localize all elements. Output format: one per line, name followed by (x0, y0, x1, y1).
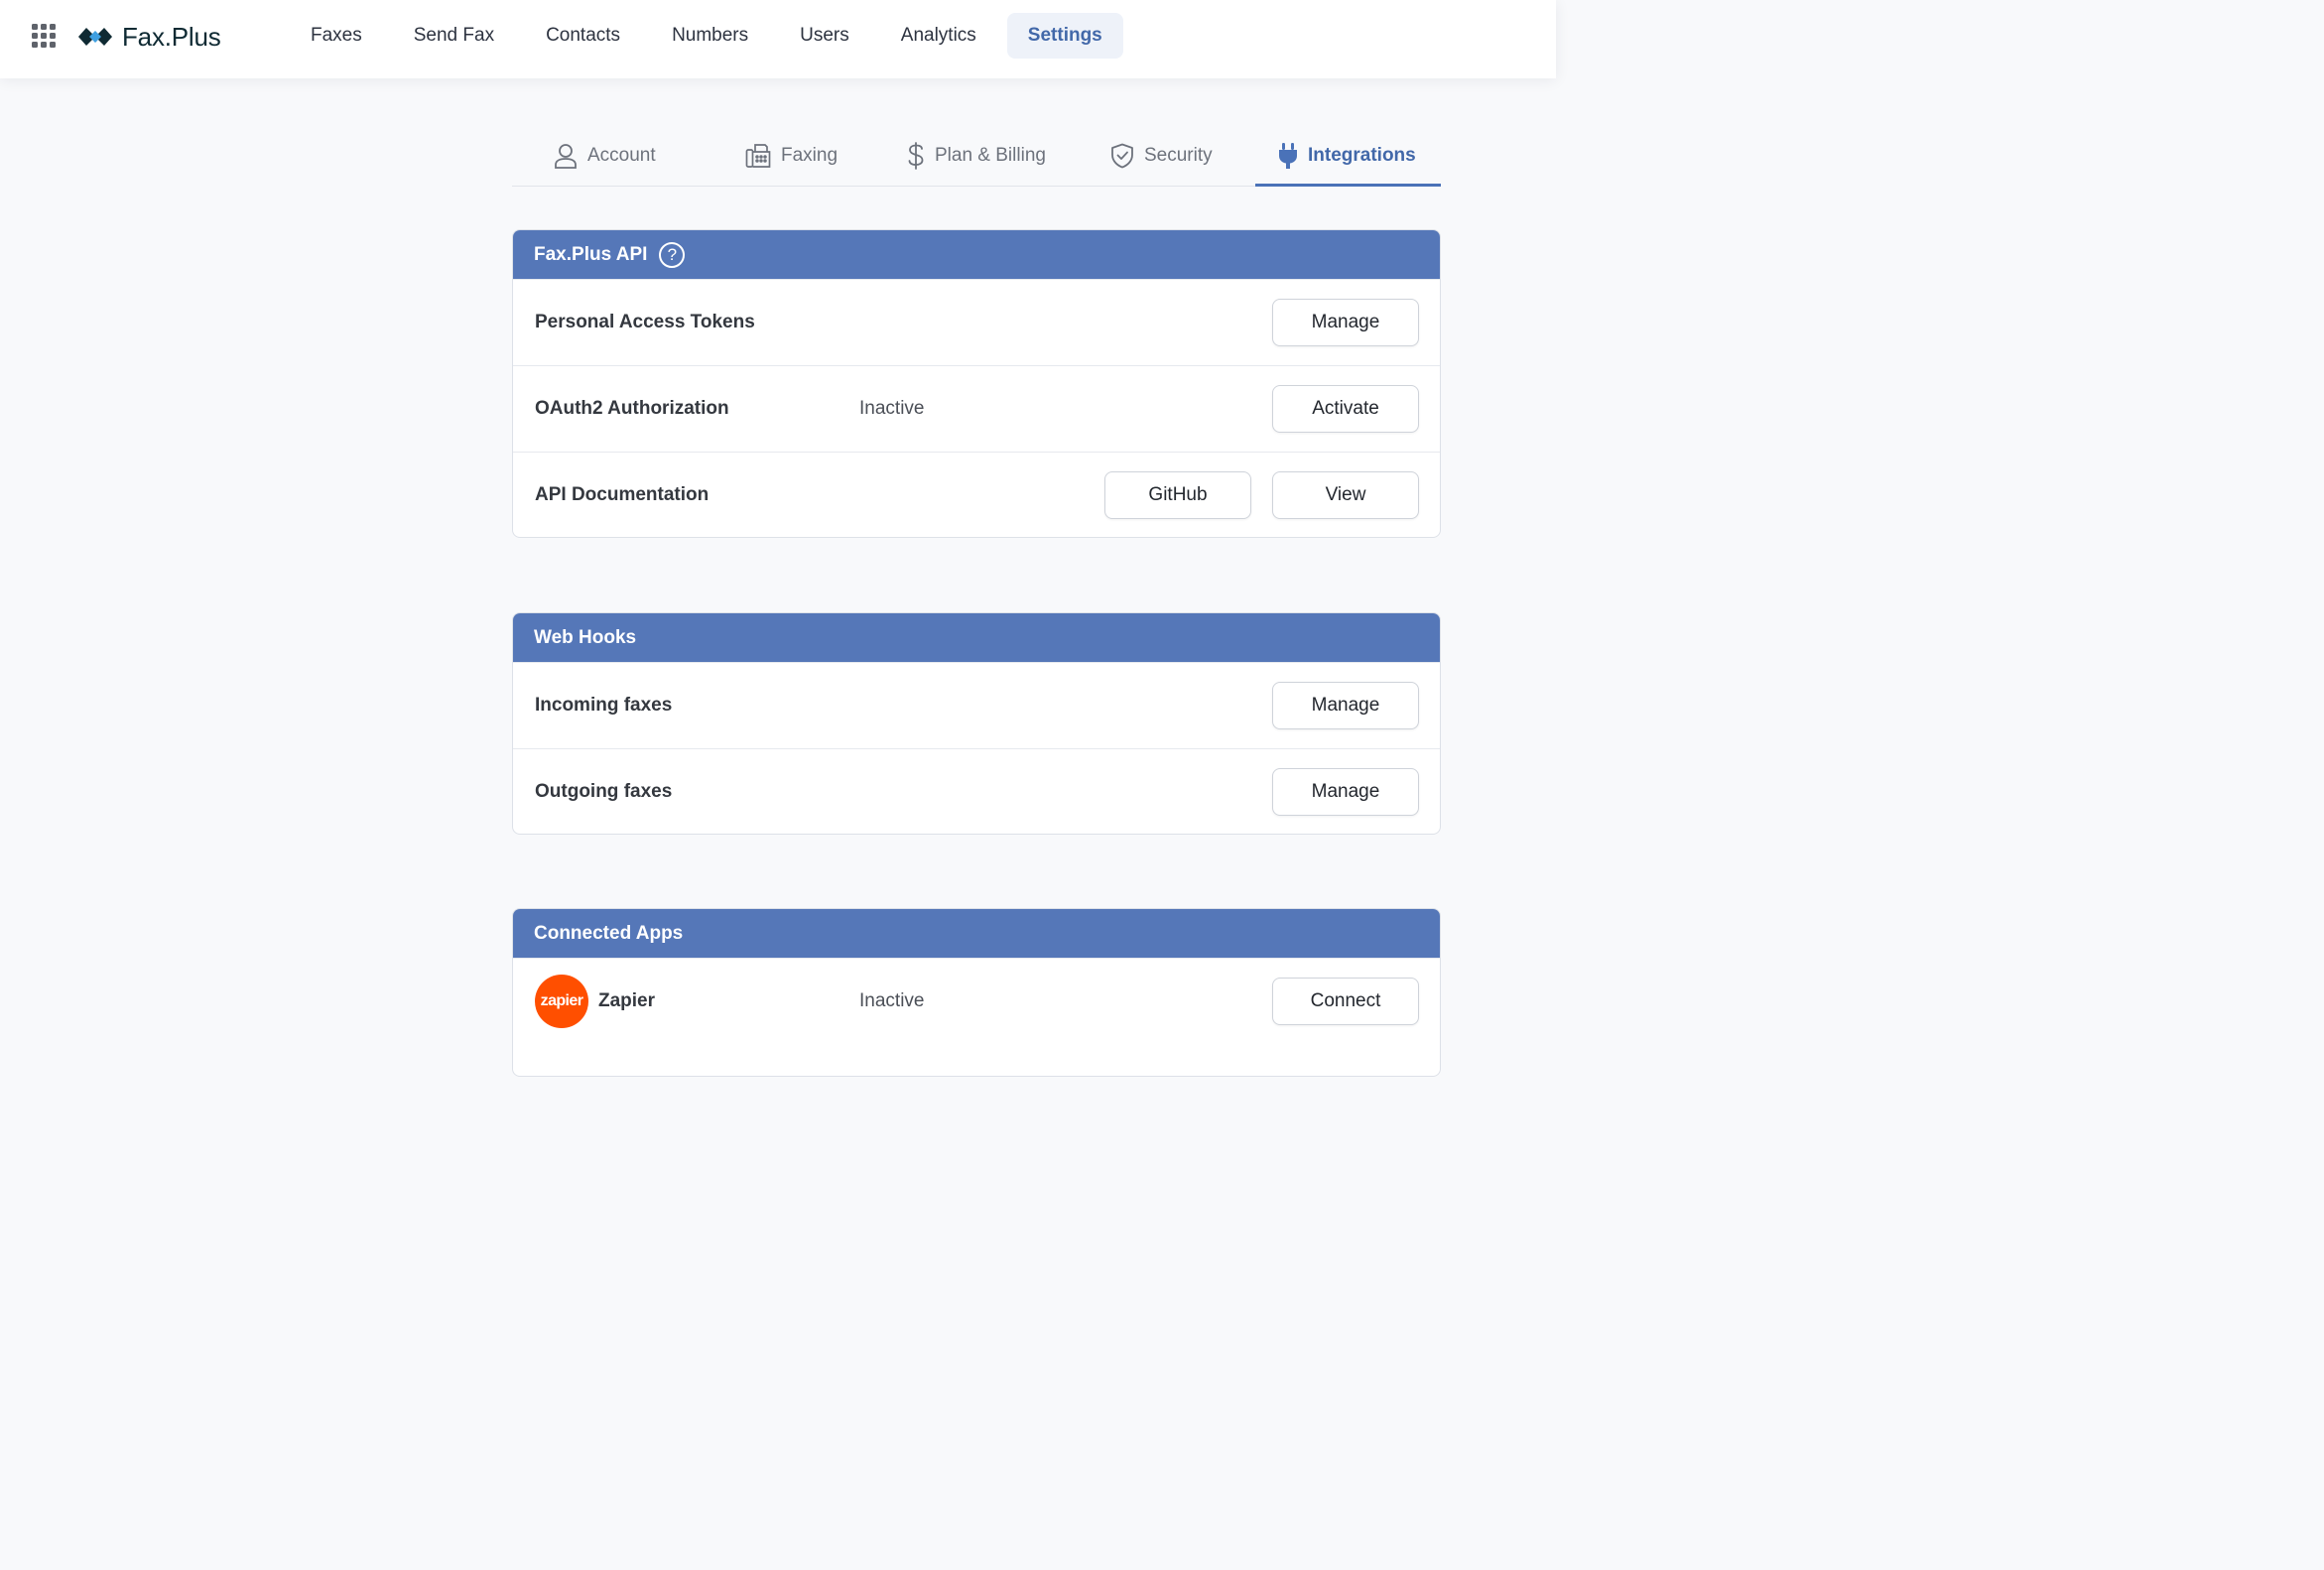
zapier-row: zapier Zapier Inactive Connect (513, 958, 1440, 1044)
webhooks-card: Web Hooks Incoming faxes Manage Outgoing… (512, 612, 1441, 835)
tab-account[interactable]: Account (554, 124, 656, 187)
tab-label: Integrations (1308, 144, 1416, 166)
nav-faxes[interactable]: Faxes (285, 13, 388, 59)
nav-users[interactable]: Users (774, 13, 875, 59)
outgoing-faxes-row: Outgoing faxes Manage (513, 748, 1440, 834)
manage-incoming-webhook-button[interactable]: Manage (1272, 682, 1419, 729)
oauth2-status: Inactive (859, 398, 925, 419)
connected-apps-card-header: Connected Apps (513, 909, 1440, 958)
nav-numbers[interactable]: Numbers (646, 13, 774, 59)
fax-plus-logo[interactable]: Fax.Plus (76, 20, 221, 54)
api-card: Fax.Plus API ? Personal Access Tokens Ma… (512, 229, 1441, 538)
nav-send-fax[interactable]: Send Fax (388, 13, 520, 59)
row-title: Incoming faxes (535, 695, 673, 716)
github-button[interactable]: GitHub (1104, 471, 1251, 519)
tab-security[interactable]: Security (1110, 124, 1213, 187)
tab-label: Faxing (781, 144, 839, 166)
fax-plus-logo-mark-icon (78, 28, 112, 46)
connected-apps-card: Connected Apps zapier Zapier Inactive Co… (512, 908, 1441, 1077)
connected-apps-card-title: Connected Apps (534, 922, 684, 944)
oauth2-row: OAuth2 Authorization Inactive Activate (513, 365, 1440, 452)
personal-access-tokens-row: Personal Access Tokens Manage (513, 279, 1440, 365)
nav-analytics[interactable]: Analytics (875, 13, 1002, 59)
shield-check-icon (1111, 143, 1133, 168)
tab-label: Account (587, 144, 656, 166)
dollar-icon (908, 141, 924, 170)
main-nav: Faxes Send Fax Contacts Numbers Users An… (285, 13, 1123, 59)
zapier-status: Inactive (859, 990, 925, 1011)
connect-zapier-button[interactable]: Connect (1272, 978, 1419, 1025)
tab-faxing[interactable]: Faxing (745, 124, 838, 187)
help-icon[interactable]: ? (659, 241, 686, 268)
app-launcher-grid-icon[interactable] (32, 24, 56, 48)
tab-label: Security (1144, 144, 1213, 166)
row-title: OAuth2 Authorization (535, 398, 729, 419)
nav-settings[interactable]: Settings (1006, 13, 1123, 59)
settings-tabs: Account Faxing Plan & Billing Security I… (512, 124, 1441, 187)
row-title: Outgoing faxes (535, 781, 673, 802)
manage-outgoing-webhook-button[interactable]: Manage (1272, 768, 1419, 816)
fax-machine-icon (745, 143, 771, 168)
incoming-faxes-row: Incoming faxes Manage (513, 662, 1440, 748)
manage-tokens-button[interactable]: Manage (1272, 299, 1419, 346)
row-title: Personal Access Tokens (535, 312, 755, 332)
view-docs-button[interactable]: View (1272, 471, 1419, 519)
activate-oauth2-button[interactable]: Activate (1272, 385, 1419, 433)
active-tab-indicator (1255, 184, 1441, 187)
tab-label: Plan & Billing (935, 144, 1046, 166)
zapier-logo: zapier (535, 975, 588, 1028)
nav-contacts[interactable]: Contacts (520, 13, 646, 59)
user-icon (555, 143, 577, 169)
api-documentation-row: API Documentation GitHub View (513, 452, 1440, 537)
top-bar: Fax.Plus Faxes Send Fax Contacts Numbers… (0, 0, 1556, 78)
webhooks-card-header: Web Hooks (513, 613, 1440, 662)
row-title: API Documentation (535, 484, 710, 505)
webhooks-card-title: Web Hooks (534, 626, 637, 648)
api-card-title: Fax.Plus API (534, 243, 648, 265)
row-title: Zapier (598, 990, 656, 1011)
api-card-header: Fax.Plus API ? (513, 230, 1440, 279)
app-name: Fax.Plus (122, 21, 221, 52)
plug-icon (1279, 142, 1297, 169)
tab-plan-billing[interactable]: Plan & Billing (907, 124, 1046, 187)
tab-integrations[interactable]: Integrations (1278, 124, 1416, 187)
